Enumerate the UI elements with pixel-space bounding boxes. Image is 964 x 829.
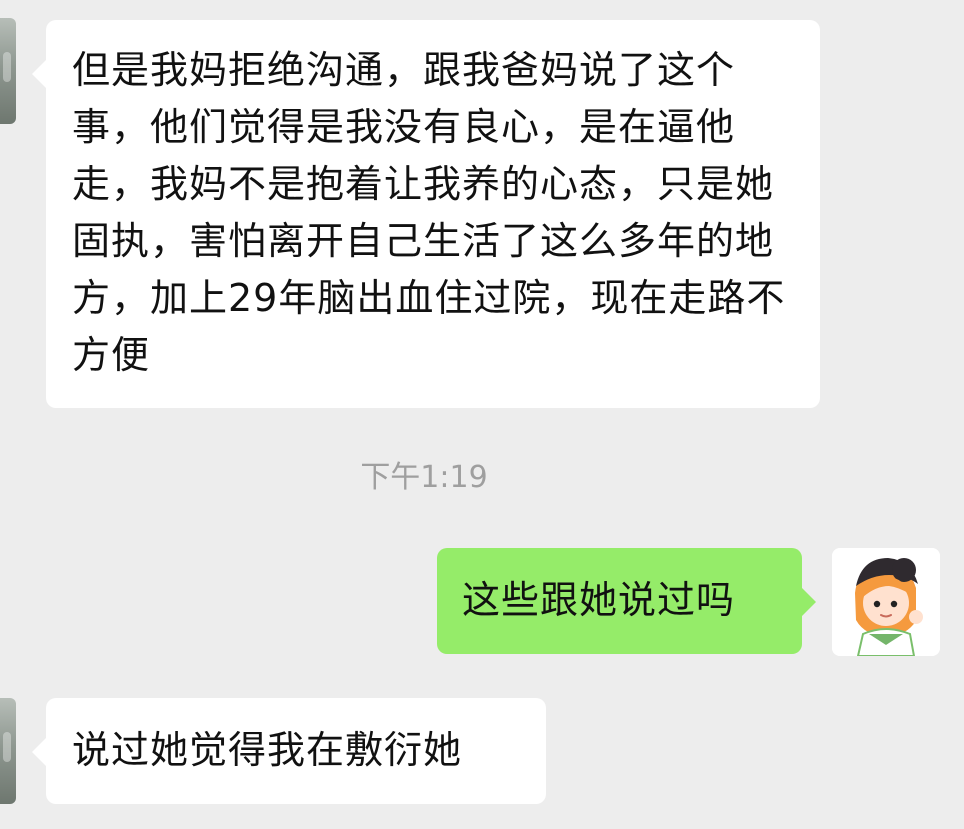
incoming-message-bubble[interactable]: 但是我妈拒绝沟通，跟我爸妈说了这个事，他们觉得是我没有良心，是在逼他走，我妈不是…: [32, 20, 820, 408]
outgoing-message-bubble[interactable]: 这些跟她说过吗: [437, 548, 816, 654]
incoming-message-text: 但是我妈拒绝沟通，跟我爸妈说了这个事，他们觉得是我没有良心，是在逼他走，我妈不是…: [72, 48, 786, 377]
incoming-message-bubble[interactable]: 说过她觉得我在敷衍她: [32, 698, 546, 804]
message-timestamp: 下午1:19: [360, 460, 488, 495]
contact-avatar-icon[interactable]: [0, 18, 16, 124]
user-avatar-icon[interactable]: [832, 548, 940, 656]
incoming-message-text: 说过她觉得我在敷衍她: [72, 728, 463, 772]
contact-avatar-icon[interactable]: [0, 698, 16, 804]
outgoing-message-text: 这些跟她说过吗: [462, 578, 736, 622]
